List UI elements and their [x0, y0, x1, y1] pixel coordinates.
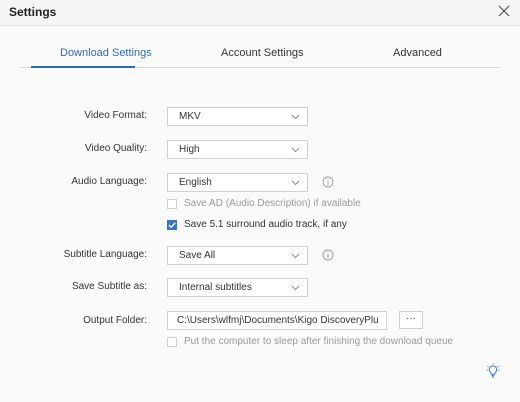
- sleep-after-label: Put the computer to sleep after finishin…: [184, 336, 454, 347]
- video-format-select[interactable]: MKV: [167, 107, 308, 126]
- tab-bar: Download Settings Account Settings Advan…: [20, 40, 500, 68]
- title-bar: Settings: [0, 0, 520, 26]
- audio-language-select[interactable]: English: [167, 173, 308, 192]
- audio-language-value: English: [179, 177, 212, 188]
- save-subtitle-as-label: Save Subtitle as:: [71, 281, 147, 292]
- tab-advanced[interactable]: Advanced: [393, 47, 442, 59]
- chevron-down-icon: [291, 147, 300, 153]
- chevron-down-icon: [291, 285, 300, 291]
- window-title: Settings: [9, 5, 57, 19]
- audio-language-label: Audio Language:: [71, 176, 147, 187]
- chevron-down-icon: [291, 253, 300, 259]
- browse-folder-button[interactable]: ···: [399, 311, 423, 329]
- save-ad-label: Save AD (Audio Description) if available: [184, 198, 361, 209]
- output-folder-label: Output Folder:: [83, 315, 147, 326]
- save-51-label: Save 5.1 surround audio track, if any: [184, 219, 347, 230]
- sleep-after-checkbox[interactable]: [167, 337, 177, 347]
- active-tab-indicator: [31, 66, 135, 68]
- video-quality-select[interactable]: High: [167, 140, 308, 159]
- chevron-down-icon: [291, 180, 300, 186]
- close-icon[interactable]: [497, 4, 511, 18]
- info-icon[interactable]: [322, 249, 334, 261]
- output-folder-field[interactable]: C:\Users\wlfmj\Documents\Kigo DiscoveryP…: [167, 311, 387, 330]
- save-subtitle-as-value: Internal subtitles: [179, 282, 252, 293]
- info-icon[interactable]: [322, 176, 334, 188]
- output-folder-value: C:\Users\wlfmj\Documents\Kigo DiscoveryP…: [177, 315, 379, 326]
- video-quality-label: Video Quality:: [84, 143, 147, 154]
- subtitle-language-label: Subtitle Language:: [63, 249, 147, 260]
- subtitle-language-value: Save All: [179, 250, 216, 261]
- tab-download-settings[interactable]: Download Settings: [60, 47, 152, 59]
- subtitle-language-select[interactable]: Save All: [167, 246, 308, 265]
- check-icon: [168, 222, 176, 229]
- video-quality-value: High: [179, 144, 200, 155]
- video-format-value: MKV: [179, 111, 201, 122]
- video-format-label: Video Format:: [84, 110, 147, 121]
- tab-account-settings[interactable]: Account Settings: [221, 47, 304, 59]
- save-ad-checkbox[interactable]: [167, 199, 177, 209]
- save-subtitle-as-select[interactable]: Internal subtitles: [167, 278, 308, 297]
- lightbulb-icon[interactable]: [486, 363, 500, 379]
- save-51-checkbox[interactable]: [167, 220, 177, 230]
- chevron-down-icon: [291, 114, 300, 120]
